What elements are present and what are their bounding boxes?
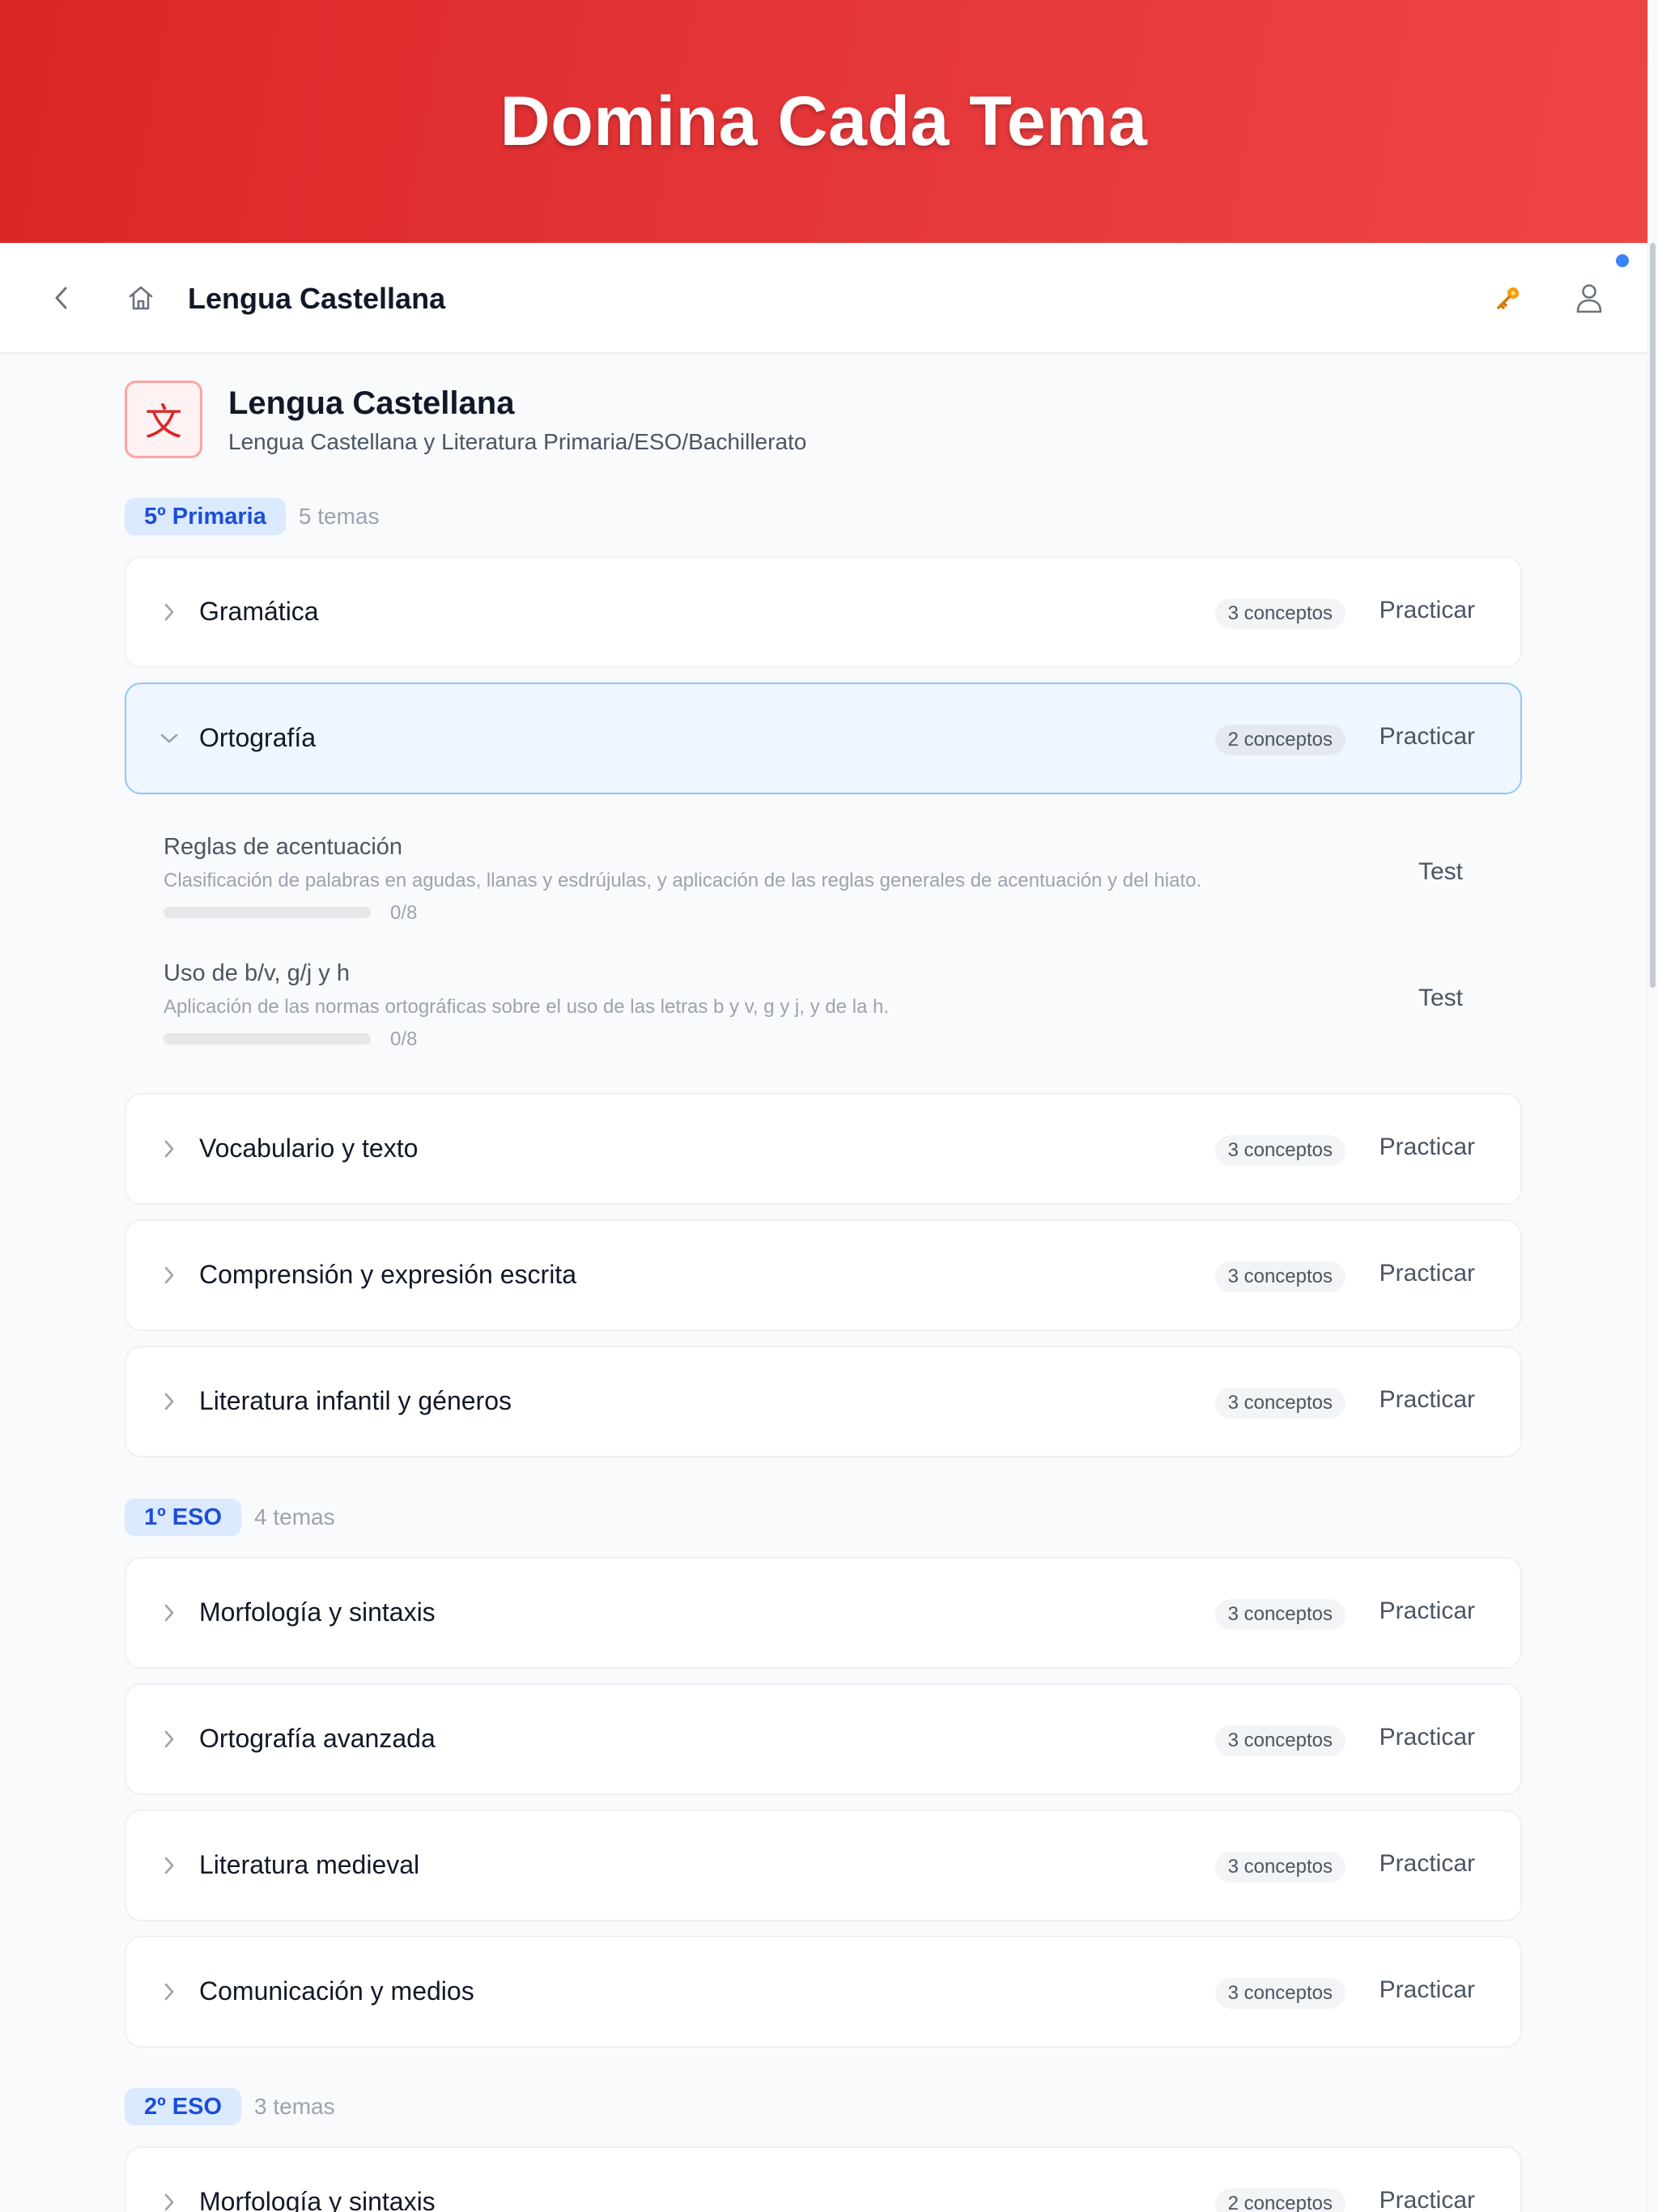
subject-header: 文 Lengua Castellana Lengua Castellana y … bbox=[125, 381, 1501, 462]
test-button[interactable]: Test bbox=[1418, 985, 1463, 1012]
key-button[interactable] bbox=[1492, 282, 1524, 314]
level-header: 2º ESO 3 temas bbox=[125, 2088, 335, 2125]
topic-name: Literatura medieval bbox=[199, 1850, 420, 1879]
concept-count-badge: 3 conceptos bbox=[1214, 1978, 1346, 2009]
practice-button[interactable]: Practicar bbox=[1380, 723, 1475, 751]
key-icon bbox=[1497, 287, 1519, 309]
subject-name: Lengua Castellana bbox=[228, 385, 515, 421]
topic-name: Ortografía bbox=[199, 723, 317, 752]
practice-button[interactable]: Practicar bbox=[1380, 1386, 1475, 1414]
practice-button[interactable]: Practicar bbox=[1380, 1597, 1475, 1625]
subject-description: Lengua Castellana y Literatura Primaria/… bbox=[228, 429, 807, 454]
level-badge: 5º Primaria bbox=[125, 498, 286, 535]
concept-item: Reglas de acentuación Clasificación de p… bbox=[164, 834, 1507, 939]
chevron-right-icon bbox=[157, 1134, 181, 1163]
practice-button[interactable]: Practicar bbox=[1380, 1724, 1475, 1751]
test-button[interactable]: Test bbox=[1418, 858, 1463, 886]
back-button[interactable] bbox=[45, 280, 78, 316]
chevron-right-icon bbox=[157, 598, 181, 627]
concept-progress-bar bbox=[164, 907, 371, 918]
concept-count-badge: 3 conceptos bbox=[1214, 598, 1346, 629]
topic-row[interactable]: Literatura infantil y géneros 3 concepto… bbox=[125, 1346, 1522, 1457]
concept-count-badge: 2 conceptos bbox=[1214, 725, 1346, 755]
practice-button[interactable]: Practicar bbox=[1380, 597, 1475, 624]
concept-count-badge: 3 conceptos bbox=[1214, 1261, 1346, 1292]
concept-count-badge: 3 conceptos bbox=[1214, 1135, 1346, 1166]
concept-count-badge: 3 conceptos bbox=[1214, 1852, 1346, 1882]
topic-row-expanded[interactable]: Ortografía 2 conceptos Practicar bbox=[125, 683, 1522, 794]
topic-row[interactable]: Comunicación y medios 3 conceptos Practi… bbox=[125, 1936, 1522, 2048]
concept-name: Reglas de acentuación bbox=[164, 834, 403, 860]
level-topic-count: 3 temas bbox=[254, 2094, 335, 2119]
topic-name: Comunicación y medios bbox=[199, 1976, 474, 2006]
chevron-right-icon bbox=[157, 1387, 181, 1416]
banner-title: Domina Cada Tema bbox=[500, 82, 1148, 160]
level-header: 5º Primaria 5 temas bbox=[125, 498, 379, 535]
chevron-right-icon bbox=[157, 2188, 181, 2212]
topic-name: Comprensión y expresión escrita bbox=[199, 1260, 576, 1289]
chevron-right-icon bbox=[157, 1598, 181, 1627]
level-header: 1º ESO 4 temas bbox=[125, 1499, 335, 1536]
subject-logo: 文 bbox=[125, 381, 202, 458]
scrollbar-thumb[interactable] bbox=[1650, 243, 1656, 988]
home-button[interactable] bbox=[123, 280, 159, 316]
topic-row[interactable]: Gramática 3 conceptos Practicar bbox=[125, 556, 1522, 668]
hero-banner: Domina Cada Tema bbox=[0, 0, 1647, 243]
topic-name: Morfología y sintaxis bbox=[199, 2187, 436, 2212]
practice-button[interactable]: Practicar bbox=[1380, 1134, 1475, 1161]
concept-count-badge: 3 conceptos bbox=[1214, 1388, 1346, 1419]
topic-name: Vocabulario y texto bbox=[199, 1134, 419, 1163]
practice-button[interactable]: Practicar bbox=[1380, 2187, 1475, 2212]
topic-row[interactable]: Vocabulario y texto 3 conceptos Practica… bbox=[125, 1093, 1522, 1205]
topic-row[interactable]: Literatura medieval 3 conceptos Practica… bbox=[125, 1810, 1522, 1921]
topic-row[interactable]: Ortografía avanzada 3 conceptos Practica… bbox=[125, 1683, 1522, 1795]
topic-name: Ortografía avanzada bbox=[199, 1724, 436, 1753]
concept-description: Clasificación de palabras en agudas, lla… bbox=[164, 870, 1202, 891]
concept-name: Uso de b/v, g/j y h bbox=[164, 960, 350, 986]
concept-count-badge: 3 conceptos bbox=[1214, 1725, 1346, 1756]
level-badge: 2º ESO bbox=[125, 2088, 242, 2125]
page-title: Lengua Castellana bbox=[188, 282, 446, 315]
concept-count-badge: 2 conceptos bbox=[1214, 2189, 1346, 2212]
chevron-right-icon bbox=[157, 1725, 181, 1754]
level-topic-count: 4 temas bbox=[254, 1504, 335, 1529]
level-badge: 1º ESO bbox=[125, 1499, 242, 1536]
concept-item: Uso de b/v, g/j y h Aplicación de las no… bbox=[164, 960, 1507, 1066]
concept-progress-label: 0/8 bbox=[390, 902, 418, 924]
topic-row[interactable]: Comprensión y expresión escrita 3 concep… bbox=[125, 1219, 1522, 1331]
concept-progress-label: 0/8 bbox=[390, 1028, 418, 1050]
chevron-right-icon bbox=[157, 1977, 181, 2006]
topic-name: Gramática bbox=[199, 597, 319, 626]
concept-count-badge: 3 conceptos bbox=[1214, 1599, 1346, 1630]
topic-row[interactable]: Morfología y sintaxis 3 conceptos Practi… bbox=[125, 1557, 1522, 1669]
concept-progress-bar bbox=[164, 1033, 371, 1044]
chevron-left-icon bbox=[55, 287, 67, 309]
topic-name: Literatura infantil y géneros bbox=[199, 1386, 512, 1415]
chevron-right-icon bbox=[157, 1261, 181, 1290]
practice-button[interactable]: Practicar bbox=[1380, 1850, 1475, 1878]
practice-button[interactable]: Practicar bbox=[1380, 1260, 1475, 1287]
concept-description: Aplicación de las normas ortográficas so… bbox=[164, 996, 889, 1018]
home-icon bbox=[129, 286, 153, 310]
level-topic-count: 5 temas bbox=[298, 504, 380, 529]
notification-dot bbox=[1616, 254, 1629, 267]
user-profile-button[interactable] bbox=[1572, 280, 1606, 316]
top-bar: Lengua Castellana bbox=[0, 243, 1647, 354]
chevron-down-icon bbox=[157, 724, 181, 753]
topic-name: Morfología y sintaxis bbox=[199, 1597, 436, 1627]
practice-button[interactable]: Practicar bbox=[1380, 1976, 1475, 2004]
chevron-right-icon bbox=[157, 1851, 181, 1880]
user-icon bbox=[1576, 284, 1602, 313]
topic-row[interactable]: Morfología y sintaxis 2 conceptos Practi… bbox=[125, 2146, 1522, 2212]
